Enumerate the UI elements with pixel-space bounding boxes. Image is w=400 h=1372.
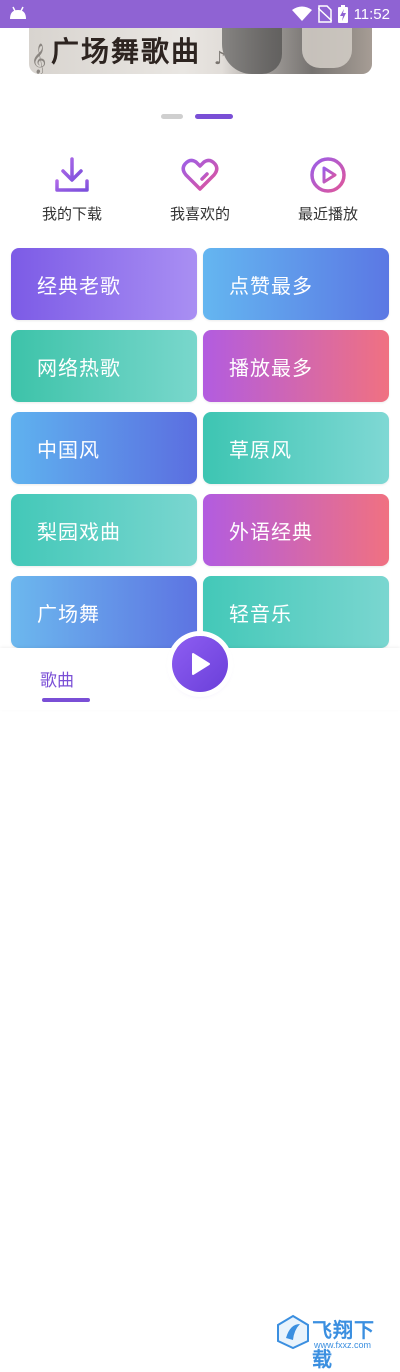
category-label: 网络热歌 [37, 355, 121, 380]
play-circle-icon [310, 157, 346, 193]
wifi-icon [291, 6, 312, 21]
nav-tab-songs[interactable]: 歌曲 [40, 666, 74, 691]
category-label: 外语经典 [229, 519, 313, 544]
quick-actions: 我的下载 我喜欢的 最近播放 [0, 155, 400, 230]
category-label: 点赞最多 [229, 273, 313, 298]
my-downloads-button[interactable]: 我的下载 [22, 155, 122, 224]
download-icon [55, 157, 89, 192]
category-square-dance[interactable]: 广场舞 [11, 576, 197, 648]
treble-clef-icon: 𝄞 [31, 44, 47, 74]
nav-active-indicator [42, 698, 90, 702]
music-note-icon: ♪ [214, 48, 226, 69]
category-label: 播放最多 [229, 355, 313, 380]
my-downloads-label: 我的下载 [41, 205, 102, 223]
category-label: 中国风 [37, 437, 100, 462]
category-label: 轻音乐 [229, 601, 292, 626]
banner-figure-light [302, 28, 352, 68]
my-favorites-label: 我喜欢的 [169, 205, 230, 223]
carousel-dot[interactable] [161, 114, 183, 119]
play-button[interactable] [172, 636, 228, 692]
android-icon [10, 6, 26, 19]
category-light-music[interactable]: 轻音乐 [203, 576, 389, 648]
heart-icon [181, 158, 219, 191]
watermark: 飞翔下载 www.fxxz.com [276, 1314, 392, 1371]
watermark-logo-icon [277, 1314, 309, 1350]
banner-carousel[interactable]: 𝄞 广场舞歌曲 ♪ [29, 28, 372, 74]
carousel-indicator [161, 114, 233, 119]
status-bar: 11:52 [0, 0, 400, 28]
banner-title: 广场舞歌曲 [51, 35, 202, 68]
category-chinese-style[interactable]: 中国风 [11, 412, 197, 484]
category-grassland-style[interactable]: 草原风 [203, 412, 389, 484]
category-label: 草原风 [229, 437, 292, 462]
battery-charging-icon [337, 5, 348, 23]
category-most-played[interactable]: 播放最多 [203, 330, 389, 402]
category-label: 广场舞 [37, 601, 100, 626]
recent-plays-label: 最近播放 [297, 205, 358, 223]
category-label: 梨园戏曲 [37, 519, 121, 544]
category-internet-hits[interactable]: 网络热歌 [11, 330, 197, 402]
play-icon [192, 653, 210, 675]
category-foreign-classics[interactable]: 外语经典 [203, 494, 389, 566]
watermark-url: www.fxxz.com [314, 1340, 372, 1350]
category-most-liked[interactable]: 点赞最多 [203, 248, 389, 320]
status-time: 11:52 [353, 5, 390, 23]
recent-plays-button[interactable]: 最近播放 [278, 155, 378, 224]
category-label: 经典老歌 [37, 273, 121, 298]
carousel-dot-active[interactable] [195, 114, 233, 119]
no-sim-icon [317, 5, 332, 23]
category-opera[interactable]: 梨园戏曲 [11, 494, 197, 566]
my-favorites-button[interactable]: 我喜欢的 [150, 155, 250, 224]
category-classic-oldies[interactable]: 经典老歌 [11, 248, 197, 320]
